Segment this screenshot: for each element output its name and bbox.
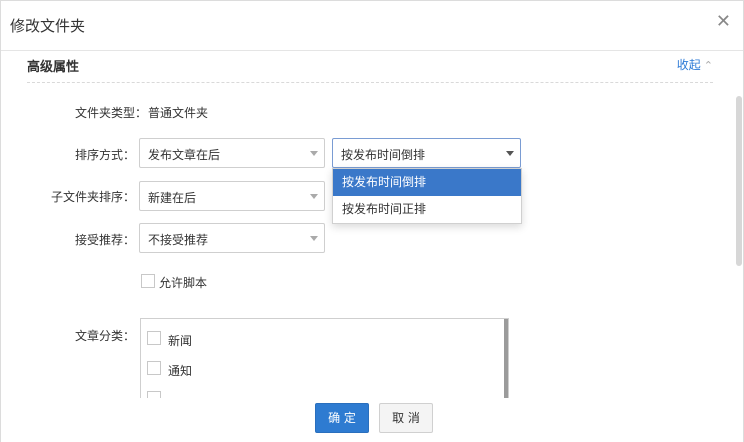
chevron-down-icon [310,194,318,199]
chevron-down-icon [506,151,514,156]
category-checkbox[interactable] [147,361,161,375]
chevron-down-icon [310,151,318,156]
sort-label: 排序方式： [74,148,135,162]
advanced-section-header: 高级属性 收起 ⌃ [27,52,713,83]
category-item: 通知 [168,364,193,378]
categories-list[interactable]: 新闻 通知 … [140,318,509,398]
folder-type-value: 普通文件夹 [148,106,209,120]
dialog-title: 修改文件夹 [10,17,86,35]
close-icon[interactable]: ✕ [716,12,731,32]
category-item: 新闻 [168,334,193,348]
chevron-up-icon: ⌃ [703,59,713,72]
accept-recommend-select[interactable]: 不接受推荐 [139,223,325,253]
sort-secondary-value: 按发布时间倒排 [341,148,426,162]
sort-secondary-dropdown: 按发布时间倒排 按发布时间正排 [332,168,522,224]
sort-secondary-select[interactable]: 按发布时间倒排 [332,138,521,168]
edit-folder-dialog: 修改文件夹 ✕ 高级属性 收起 ⌃ 文件夹类型： 普通文件夹 排序方式： 发布文章… [0,0,744,442]
dropdown-option-asc[interactable]: 按发布时间正排 [333,196,521,223]
subfolder-sort-select[interactable]: 新建在后 [139,181,325,211]
sort-primary-select[interactable]: 发布文章在后 [139,138,325,168]
accept-recommend-value: 不接受推荐 [148,233,209,247]
collapse-label: 收起 [676,58,701,72]
sort-primary-value: 发布文章在后 [148,148,221,162]
dropdown-option-desc[interactable]: 按发布时间倒排 [333,169,521,196]
category-checkbox[interactable] [147,331,161,345]
chevron-down-icon [310,236,318,241]
subfolder-sort-label: 子文件夹排序： [50,190,135,204]
folder-type-label: 文件夹类型： [74,106,147,120]
section-title: 高级属性 [27,60,80,75]
list-scrollbar[interactable] [504,319,508,398]
dialog-footer: 确 定 取 消 [1,398,743,442]
allow-script-checkbox[interactable] [141,274,155,288]
collapse-toggle[interactable]: 收起 ⌃ [677,56,713,73]
allow-script-label: 允许脚本 [159,276,208,290]
categories-label: 文章分类： [74,329,135,343]
dialog-scrollbar[interactable] [736,96,742,266]
dialog-titlebar: 修改文件夹 ✕ [1,1,743,51]
subfolder-sort-value: 新建在后 [148,191,197,205]
accept-recommend-label: 接受推荐： [74,233,135,247]
category-checkbox[interactable] [147,391,161,398]
ok-button[interactable]: 确 定 [315,403,369,433]
cancel-button[interactable]: 取 消 [379,403,433,433]
